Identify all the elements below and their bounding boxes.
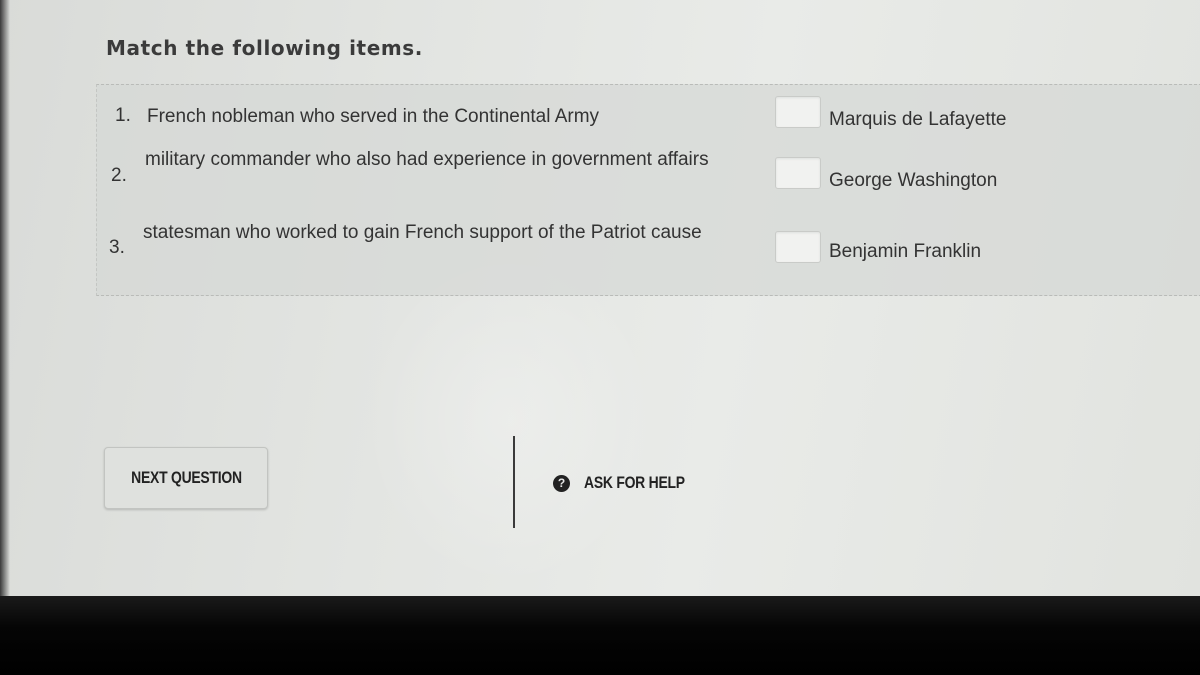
question-mark-icon: ?	[553, 474, 570, 492]
screen-edge	[0, 0, 10, 600]
choice-3-label: Benjamin Franklin	[829, 241, 982, 262]
answer-box-3[interactable]	[775, 231, 821, 263]
matching-panel: 1. French nobleman who served in the Con…	[96, 84, 1200, 296]
question-3-text: statesman who worked to gain French supp…	[143, 222, 702, 243]
ask-for-help-link[interactable]: ? ASK FOR HELP	[553, 470, 707, 496]
next-question-label: NEXT QUESTION	[130, 468, 242, 487]
next-question-button[interactable]: NEXT QUESTION	[104, 447, 268, 509]
monitor-bezel	[0, 596, 1200, 675]
question-2-text: military commander who also had experien…	[145, 149, 709, 170]
quiz-screen: Match the following items. 1. French nob…	[0, 0, 1200, 600]
page-title: Match the following items.	[106, 36, 424, 60]
question-2-number: 2.	[111, 165, 127, 186]
question-1-text: French nobleman who served in the Contin…	[147, 106, 600, 127]
choice-2-label: George Washington	[829, 170, 998, 191]
screen-glare	[360, 250, 660, 590]
ask-for-help-label: ASK FOR HELP	[584, 473, 685, 492]
answer-box-2[interactable]	[775, 157, 821, 189]
question-3-number: 3.	[109, 237, 125, 258]
choice-1-label: Marquis de Lafayette	[829, 109, 1007, 130]
question-1-number: 1.	[115, 105, 131, 126]
answer-box-1[interactable]	[775, 96, 821, 128]
footer-divider	[513, 436, 515, 528]
